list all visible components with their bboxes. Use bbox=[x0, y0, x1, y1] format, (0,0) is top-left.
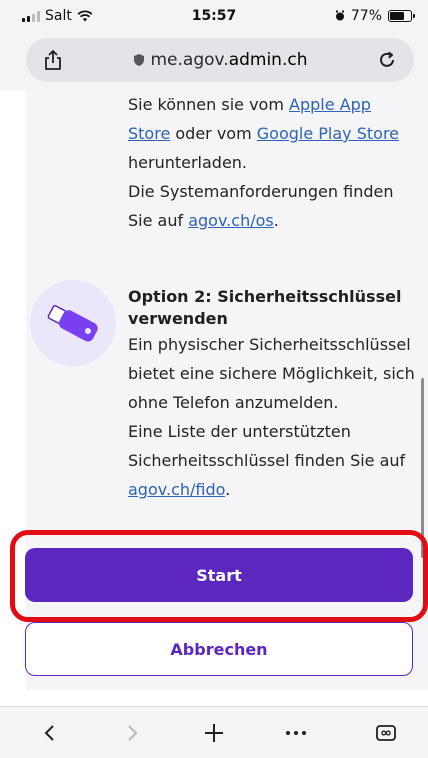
option-2-text: Ein physischer Sicherheitsschlüssel biet… bbox=[128, 335, 415, 412]
battery-percent: 77% bbox=[350, 8, 382, 24]
browser-toolbar bbox=[0, 706, 428, 758]
forward-icon[interactable] bbox=[118, 719, 146, 747]
start-button-highlight bbox=[10, 530, 428, 622]
text-segment: oder vom bbox=[170, 124, 257, 143]
back-icon[interactable] bbox=[36, 719, 64, 747]
security-key-icon bbox=[30, 280, 116, 366]
agov-os-link[interactable]: agov.ch/os bbox=[188, 211, 274, 230]
browser-top-bar: me.agov.admin.ch bbox=[0, 32, 428, 90]
text-segment: herunterladen. bbox=[128, 153, 248, 172]
shield-icon bbox=[133, 54, 144, 66]
alarm-icon bbox=[335, 10, 344, 21]
url-domain-main: admin.ch bbox=[228, 50, 308, 70]
text-segment: Sie können sie vom bbox=[128, 95, 290, 114]
option-2-description: Ein physischer Sicherheitsschlüssel biet… bbox=[128, 330, 418, 504]
status-bar: Salt 15:57 77% bbox=[0, 0, 428, 32]
tabs-icon[interactable] bbox=[372, 719, 400, 747]
battery-icon bbox=[388, 10, 415, 22]
url-text[interactable]: me.agov.admin.ch bbox=[26, 50, 414, 70]
url-domain-prefix: me.agov. bbox=[150, 50, 229, 70]
text-segment: . bbox=[225, 480, 231, 499]
google-play-store-link[interactable]: Google Play Store bbox=[257, 124, 399, 143]
text-segment: . bbox=[273, 211, 279, 230]
url-bar[interactable]: me.agov.admin.ch bbox=[26, 38, 414, 82]
reload-icon[interactable] bbox=[376, 49, 398, 71]
option-2-title: Option 2: Sicherheitsschlüssel verwenden bbox=[128, 287, 402, 328]
new-tab-icon[interactable] bbox=[200, 719, 228, 747]
app-store-paragraph: Sie können sie vom Apple App Store oder … bbox=[128, 90, 418, 235]
status-right: 77% bbox=[335, 8, 415, 24]
scrollbar[interactable] bbox=[421, 378, 424, 558]
agov-fido-link[interactable]: agov.ch/fido bbox=[128, 480, 225, 499]
cancel-button[interactable]: Abbrechen bbox=[25, 622, 413, 676]
more-icon[interactable] bbox=[282, 719, 310, 747]
option-2-text: Eine Liste der unterstützten Sicherheits… bbox=[128, 422, 406, 470]
